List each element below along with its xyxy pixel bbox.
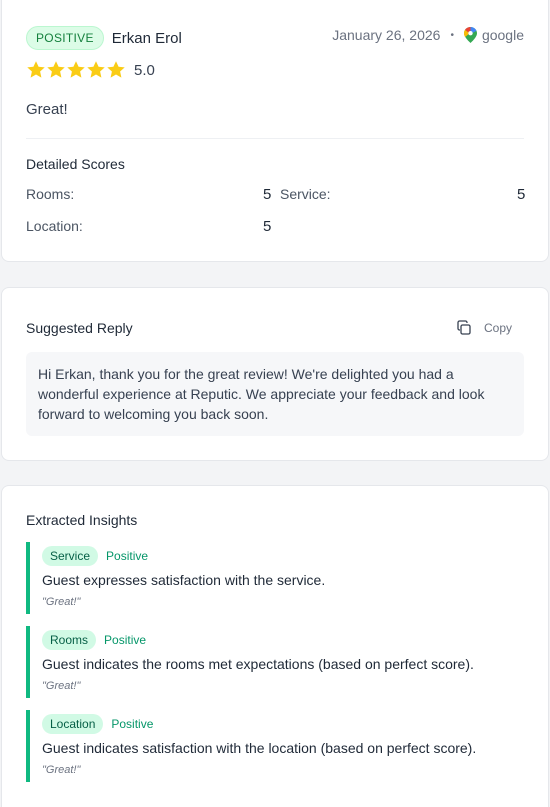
insight-quote: "Great!" [42,596,81,608]
suggested-reply-title: Suggested Reply [26,320,133,336]
service-score-value: 5 [517,186,526,203]
suggested-reply-text[interactable]: Hi Erkan, thank you for the great review… [26,352,524,436]
insight-category-tag: Location [42,714,104,734]
copy-icon [457,320,471,335]
star-icon [67,61,85,78]
rooms-score-value: 5 [263,186,272,203]
divider [26,138,524,139]
review-text: Great! [26,101,68,118]
reviewer-name: Erkan Erol [111,29,182,47]
copy-label: Copy [483,321,512,335]
sentiment-badge: POSITIVE [26,26,104,50]
insight-sentiment: Positive [106,549,149,563]
review-date: January 26, 2026 [332,27,441,43]
detailed-scores-title: Detailed Scores [26,156,125,172]
insight-item: Service Positive Guest expresses satisfa… [26,542,524,614]
star-icon [87,61,105,78]
location-score-value: 5 [263,218,272,235]
insight-text: Guest indicates satisfaction with the lo… [42,740,477,756]
star-rating: 5.0 [26,60,155,80]
insight-quote: "Great!" [42,764,81,776]
suggested-reply-card: Suggested Reply Copy Hi Erkan, thank you… [1,287,549,461]
insight-sentiment: Positive [104,633,147,647]
service-score-label: Service: [280,186,331,202]
star-icon [107,61,125,78]
extracted-insights-card: Extracted Insights Service Positive Gues… [1,485,549,807]
insight-sentiment: Positive [111,717,154,731]
rooms-score-label: Rooms: [26,186,75,202]
star-icon [47,61,65,78]
insight-text: Guest expresses satisfaction with the se… [42,572,326,588]
rating-value: 5.0 [134,61,155,79]
extracted-insights-title: Extracted Insights [26,512,138,528]
review-header: POSITIVE Erkan Erol [26,26,182,50]
insight-category-tag: Rooms [42,630,97,650]
star-icon [27,61,45,78]
insight-quote: "Great!" [42,680,81,692]
copy-button[interactable]: Copy [456,320,512,336]
review-meta: January 26, 2026 • google [332,27,524,43]
review-source: google [481,27,524,43]
google-maps-pin-icon [463,27,477,43]
review-card: POSITIVE Erkan Erol January 26, 2026 • g… [1,0,549,262]
insight-text: Guest indicates the rooms met expectatio… [42,656,474,672]
insight-item: Location Positive Guest indicates satisf… [26,710,524,782]
location-score-label: Location: [26,218,83,234]
insight-item: Rooms Positive Guest indicates the rooms… [26,626,524,698]
insight-category-tag: Service [42,546,99,566]
meta-separator: • [450,29,454,41]
